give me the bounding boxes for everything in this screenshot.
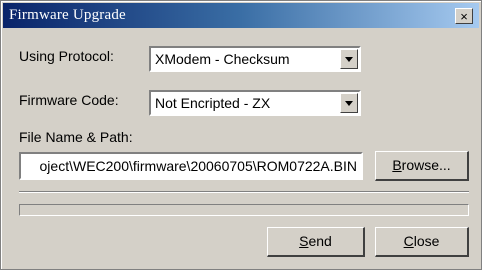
close-label: lose [413,233,440,249]
send-button[interactable]: Send [267,227,365,257]
file-path-value: oject\WEC200\firmware\20060705\ROM0722A.… [39,158,357,174]
browse-button[interactable]: Browse... [375,151,469,181]
file-path-input[interactable]: oject\WEC200\firmware\20060705\ROM0722A.… [19,152,363,180]
firmware-upgrade-dialog: Firmware Upgrade × Using Protocol: XMode… [0,0,482,270]
chevron-down-icon[interactable] [340,93,358,113]
firmware-code-selected-value: Not Encripted - ZX [155,95,271,111]
browse-label: rowse... [401,157,451,173]
file-path-label: File Name & Path: [19,129,133,145]
browse-mnemonic: B [392,157,402,173]
title-bar[interactable]: Firmware Upgrade × [3,3,479,28]
close-icon: × [460,9,468,24]
protocol-selected-value: XModem - Checksum [155,51,290,67]
window-title: Firmware Upgrade [9,7,126,23]
separator [19,191,469,193]
firmware-code-label: Firmware Code: [19,92,119,108]
send-label: end [308,233,332,249]
upgrade-progress-bar [19,204,469,216]
close-window-button[interactable]: × [455,8,473,24]
protocol-select[interactable]: XModem - Checksum [149,46,361,72]
protocol-label: Using Protocol: [19,48,114,64]
firmware-code-select[interactable]: Not Encripted - ZX [149,90,361,116]
close-mnemonic: C [403,233,414,249]
close-button[interactable]: Close [375,227,469,257]
chevron-down-icon[interactable] [340,49,358,69]
